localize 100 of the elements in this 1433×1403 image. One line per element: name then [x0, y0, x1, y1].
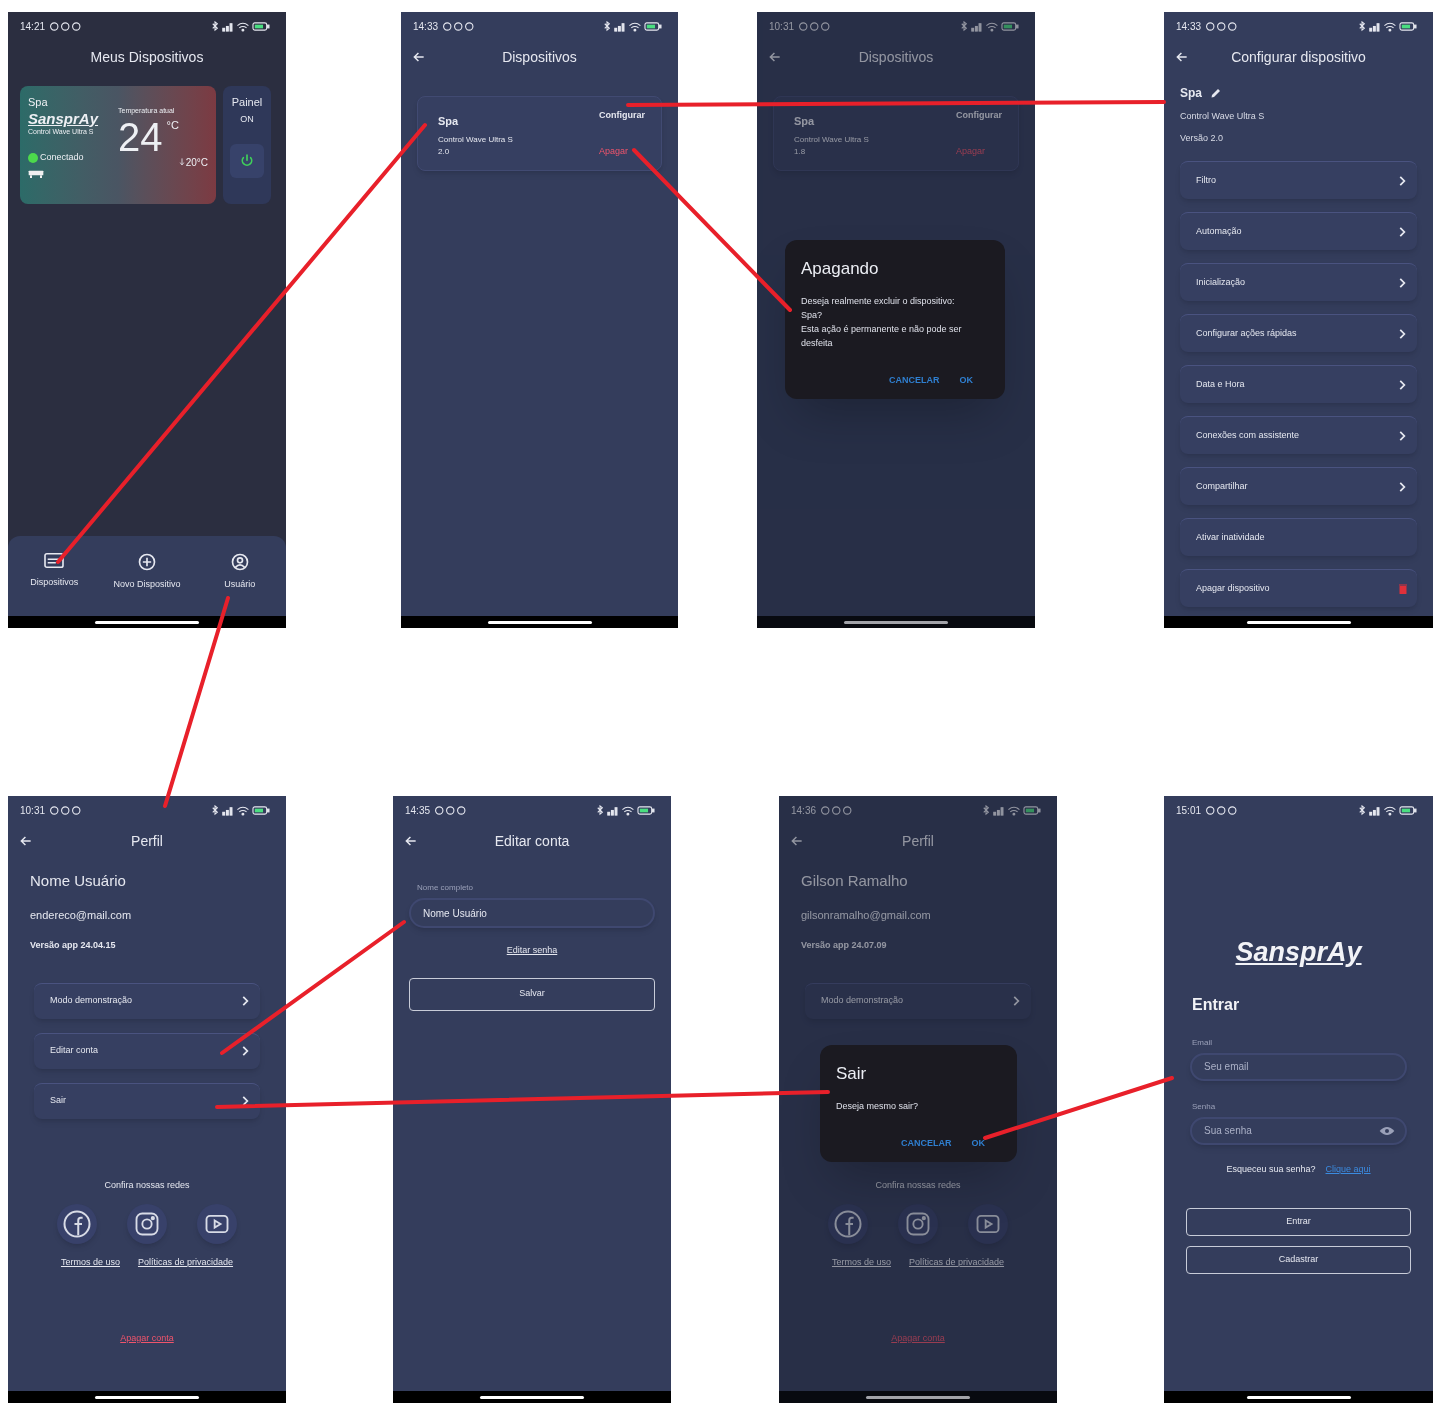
status-time: 14:36 — [791, 803, 817, 818]
settings-item[interactable]: Configurar ações rápidas — [1180, 314, 1417, 352]
back-icon[interactable] — [1175, 50, 1189, 64]
settings-item[interactable]: Apagar dispositivo — [1180, 569, 1417, 607]
footer-link[interactable]: Termos de uso — [831, 1256, 891, 1270]
connection-status: Conectado — [40, 151, 84, 164]
dialog-title: Apagando — [801, 258, 880, 280]
settings-item[interactable]: Conexões com assistente — [1180, 416, 1417, 454]
settings-item[interactable]: Compartilhar — [1180, 467, 1417, 505]
user-email: gilsonramalho@gmail.com — [800, 907, 932, 923]
dialog-title: Sair — [836, 1063, 868, 1085]
menu-item[interactable]: Modo demonstração — [805, 982, 1031, 1019]
device-name: Spa — [28, 95, 49, 110]
settings-item[interactable]: Inicialização — [1180, 263, 1417, 301]
footer-link[interactable]: Políticas de privacidade — [909, 1256, 1005, 1270]
device-name: Spa — [1180, 85, 1202, 102]
device-name: Spa — [438, 114, 460, 129]
edit-password-link[interactable]: Editar senha — [506, 944, 558, 958]
screen-title: Perfil — [901, 831, 935, 851]
cancel-button[interactable]: CANCELAR — [901, 1136, 952, 1150]
social-button[interactable] — [828, 1204, 868, 1244]
forgot-password-text: Esqueceu sua senha? — [1226, 1162, 1316, 1176]
user-name: Gilson Ramalho — [800, 871, 909, 891]
power-icon — [239, 153, 255, 169]
field-label: Nome completo — [416, 882, 475, 894]
instagram-icon — [904, 1210, 932, 1238]
status-time: 14:21 — [20, 19, 46, 34]
device-model: Control Wave Ultra S — [794, 133, 869, 146]
social-button[interactable] — [57, 1204, 97, 1244]
settings-item[interactable]: Data e Hora — [1180, 365, 1417, 403]
screen-title: Meus Dispositivos — [89, 47, 205, 67]
pencil-icon[interactable] — [1210, 87, 1222, 99]
temperature-value: 24 — [118, 116, 163, 157]
screen-title: Dispositivos — [501, 47, 578, 67]
screen-title: Configurar dispositivo — [1230, 47, 1367, 67]
temperature-unit: °C — [166, 117, 179, 133]
dialog-message: Esta ação é permanente e não pode ser desfeita — [801, 322, 963, 350]
menu-item[interactable]: Modo demonstração — [34, 982, 260, 1019]
dialog-message: Deseja realmente excluir o dispositivo: — [801, 294, 956, 308]
user-name: Nome Usuário — [29, 871, 127, 891]
facebook-icon — [833, 1209, 863, 1239]
plus-circle-icon — [137, 552, 157, 572]
settings-item[interactable]: Filtro — [1180, 161, 1417, 199]
app-version: Versão app 24.04.15 — [29, 939, 117, 952]
back-icon[interactable] — [412, 50, 426, 64]
password-input-field[interactable]: Sua senha — [1190, 1116, 1407, 1145]
settings-item[interactable]: Automação — [1180, 212, 1417, 250]
settings-item[interactable]: Ativar inatividade — [1180, 518, 1417, 556]
nav-item[interactable]: Dispositivos — [8, 552, 101, 616]
configure-link[interactable]: Configurar — [599, 109, 645, 123]
status-time: 14:33 — [1176, 19, 1202, 34]
panel-state: ON — [240, 112, 254, 126]
app-version: Versão app 24.07.09 — [800, 939, 888, 952]
instagram-icon — [133, 1210, 161, 1238]
cancel-button[interactable]: CANCELAR — [889, 373, 940, 387]
device-model: Control Wave Ultra S — [1179, 110, 1266, 123]
email-input-field[interactable]: Seu email — [1190, 1052, 1407, 1081]
panel-label: Painel — [231, 95, 263, 110]
login-button[interactable]: Entrar — [1186, 1208, 1411, 1236]
ok-button[interactable]: OK — [971, 1136, 985, 1150]
register-button[interactable]: Cadastrar — [1186, 1246, 1411, 1274]
back-icon[interactable] — [790, 834, 804, 848]
device-version: Versão 2.0 — [1179, 131, 1225, 145]
footer-link[interactable]: Termos de uso — [60, 1256, 120, 1270]
bathtub-icon — [28, 168, 44, 179]
status-time: 10:31 — [769, 19, 795, 34]
setpoint-value: 20°C — [185, 155, 208, 170]
back-icon[interactable] — [404, 834, 418, 848]
social-label: Confira nossas redes — [103, 1178, 191, 1192]
social-button[interactable] — [127, 1204, 167, 1244]
brand-logo: SansprAy — [28, 110, 100, 127]
social-button[interactable] — [197, 1204, 237, 1244]
social-button[interactable] — [898, 1204, 938, 1244]
dialog-message: Deseja mesmo sair? — [836, 1099, 920, 1113]
back-icon[interactable] — [768, 50, 782, 64]
field-label: Email — [1191, 1036, 1213, 1049]
status-time: 14:33 — [413, 19, 439, 34]
nav-item[interactable]: Usuário — [193, 552, 286, 616]
social-button[interactable] — [968, 1204, 1008, 1244]
brand-logo: SansprAy — [1234, 936, 1364, 969]
dialog-message: Spa? — [801, 308, 824, 322]
screen-title: Dispositivos — [857, 47, 935, 67]
device-version: 1.8 — [794, 145, 807, 158]
configure-link[interactable]: Configurar — [956, 109, 1002, 123]
back-icon[interactable] — [19, 834, 33, 848]
status-time: 15:01 — [1176, 803, 1202, 818]
facebook-icon — [62, 1209, 92, 1239]
screen-title: Perfil — [130, 831, 164, 851]
device-model: Control Wave Ultra S — [438, 133, 513, 146]
ok-button[interactable]: OK — [959, 373, 973, 387]
power-button[interactable] — [230, 144, 264, 178]
nav-item[interactable]: Novo Dispositivo — [100, 552, 194, 616]
menu-item[interactable]: Editar conta — [34, 1032, 260, 1069]
device-name: Spa — [794, 114, 816, 129]
user-icon — [229, 552, 250, 572]
user-email: endereco@mail.com — [29, 907, 133, 923]
name-input-field[interactable]: Nome Usuário — [409, 898, 655, 928]
footer-link[interactable]: Políticas de privacidade — [138, 1256, 234, 1270]
save-button[interactable]: Salvar — [409, 977, 655, 1011]
menu-item[interactable]: Sair — [34, 1082, 260, 1119]
